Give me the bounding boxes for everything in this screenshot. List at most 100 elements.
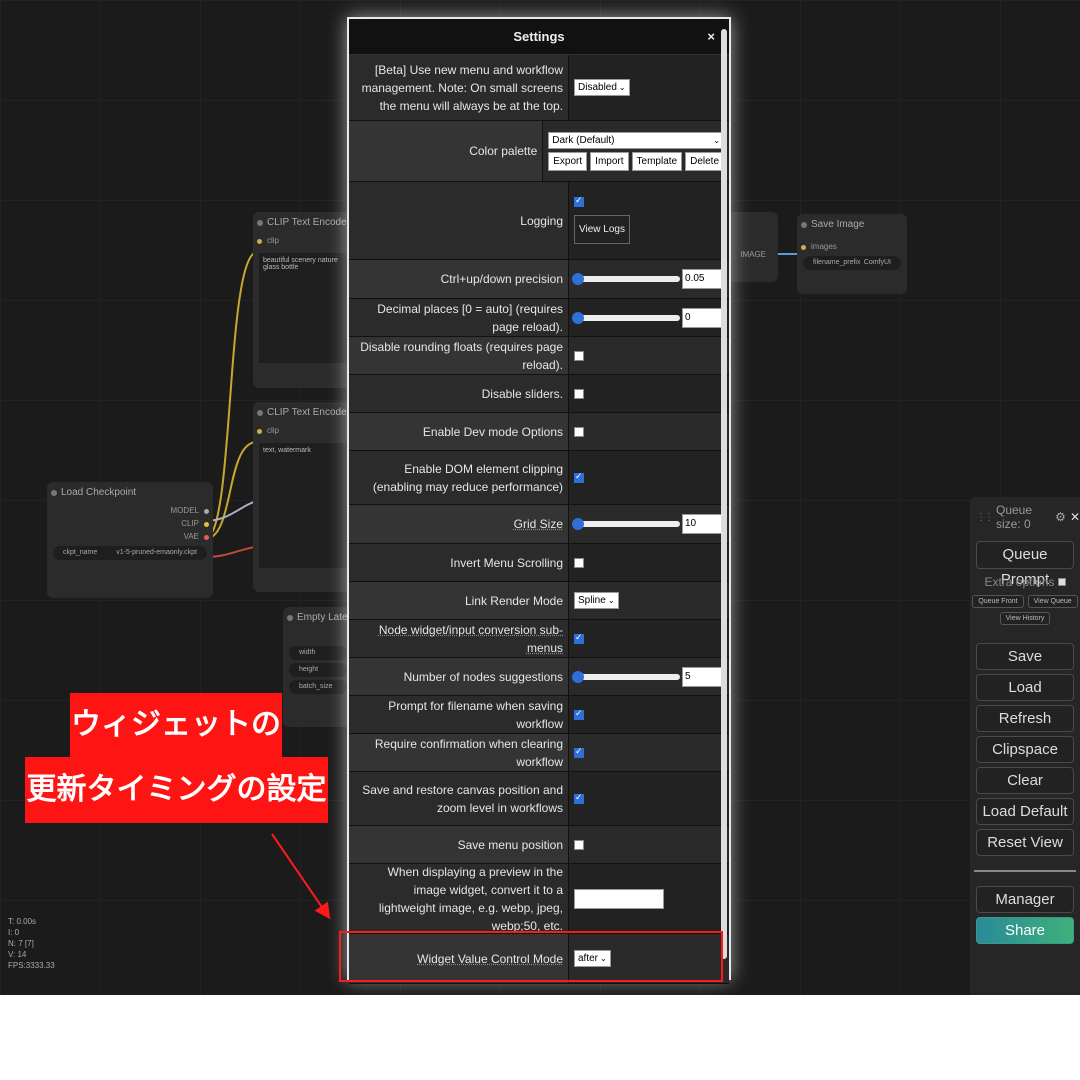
slider-thumb[interactable] (572, 273, 584, 285)
view-history-button[interactable]: View History (999, 612, 1051, 625)
setting-control: 0.05 (569, 260, 729, 298)
setting-checkbox[interactable] (574, 708, 584, 720)
save-image-node[interactable]: Save Image images filename_prefix ComfyU… (797, 214, 907, 294)
setting-checkbox[interactable] (574, 746, 584, 758)
drag-handle-icon[interactable]: ⋮⋮ (976, 512, 994, 523)
setting-label: Link Render Mode (349, 582, 569, 619)
palette-import-button[interactable]: Import (590, 151, 629, 171)
settings-row: Grid Size 10 (349, 505, 729, 544)
settings-row: Prompt for filename when saving workflow (349, 696, 729, 734)
setting-checkbox[interactable] (574, 426, 584, 437)
slider-track[interactable] (572, 311, 680, 324)
setting-checkbox[interactable] (574, 839, 584, 850)
view-queue-button[interactable]: View Queue (1027, 595, 1078, 608)
setting-checkbox[interactable] (574, 632, 584, 644)
node-output-clip[interactable]: CLIP (47, 517, 213, 530)
setting-slider[interactable]: 0 (572, 307, 724, 328)
clear-button[interactable]: Clear (976, 767, 1074, 794)
scrollbar[interactable] (721, 29, 727, 959)
setting-control: 10 (569, 505, 729, 543)
save-button[interactable]: Save (976, 643, 1074, 670)
height-widget[interactable]: height (289, 663, 347, 677)
filename-prefix-widget[interactable]: filename_prefix ComfyUI (803, 256, 901, 270)
setting-select[interactable]: Spline ⌄ (574, 592, 619, 609)
close-icon[interactable]: × (707, 19, 715, 55)
settings-row: [Beta] Use new menu and workflow managem… (349, 55, 729, 121)
node-input-clip[interactable]: clip (253, 424, 353, 437)
view-logs-button[interactable]: View Logs (574, 215, 630, 244)
gear-icon[interactable]: ⚙ (1055, 510, 1066, 524)
setting-slider[interactable]: 0.05 (572, 269, 724, 289)
node-title: CLIP Text Encode (Prompt) (253, 212, 353, 234)
ckpt-name-widget[interactable]: ckpt_name v1-5-pruned-emaonly.ckpt (53, 546, 207, 560)
logging-checkbox[interactable] (574, 195, 584, 207)
clip-text-encode-node-negative[interactable]: CLIP Text Encode (Prompt) clip text, wat… (253, 402, 353, 592)
setting-label-text: Node widget/input conversion sub-menus (378, 622, 563, 655)
batch-size-widget[interactable]: batch_size (289, 680, 347, 694)
setting-label-text: Number of nodes suggestions (403, 669, 563, 684)
setting-label: Require confirmation when clearing workf… (349, 734, 569, 771)
color-palette-select[interactable]: Dark (Default) ⌄ (548, 131, 724, 149)
clipspace-button[interactable]: Clipspace (976, 736, 1074, 763)
settings-row: Save and restore canvas position and zoo… (349, 772, 729, 826)
setting-label-text: Grid Size (513, 517, 563, 531)
setting-control (569, 864, 729, 933)
node-output-image[interactable]: IMAGE (740, 250, 766, 259)
setting-checkbox[interactable] (574, 350, 584, 361)
clip-text-encode-node-positive[interactable]: CLIP Text Encode (Prompt) clip beautiful… (253, 212, 353, 388)
setting-text-input[interactable] (574, 888, 664, 909)
palette-template-button[interactable]: Template (631, 151, 683, 171)
refresh-button[interactable]: Refresh (976, 705, 1074, 732)
setting-slider[interactable]: 10 (572, 514, 724, 534)
setting-checkbox[interactable] (574, 471, 584, 483)
slider-track[interactable] (572, 670, 680, 683)
queue-front-button[interactable]: Queue Front (972, 595, 1024, 608)
load-default-button[interactable]: Load Default (976, 798, 1074, 825)
prompt-textarea[interactable]: text, watermark (259, 443, 347, 568)
palette-delete-button[interactable]: Delete (685, 151, 724, 171)
slider-number-input[interactable]: 10 (682, 514, 724, 534)
highlight-box (339, 931, 723, 982)
setting-checkbox[interactable] (574, 557, 584, 568)
setting-label: Save and restore canvas position and zoo… (349, 772, 569, 825)
setting-label-text: Decimal places [0 = auto] (requires page… (377, 301, 563, 334)
queue-prompt-button[interactable]: Queue Prompt (976, 541, 1074, 588)
extra-options-label: Extra options (984, 575, 1055, 589)
setting-select[interactable]: Disabled ⌄ (574, 79, 630, 96)
setting-checkbox[interactable] (574, 792, 584, 804)
close-icon[interactable]: ✕ (1070, 510, 1080, 524)
empty-latent-image-node[interactable]: Empty Latent Image width height batch_si… (283, 607, 353, 727)
settings-row: Number of nodes suggestions 5 (349, 658, 729, 696)
slider-track[interactable] (572, 273, 680, 285)
select-value: Spline (578, 595, 606, 606)
share-button[interactable]: Share (976, 917, 1074, 944)
stat-line: I: 0 (8, 928, 20, 937)
slider-thumb[interactable] (572, 518, 584, 530)
reset-view-button[interactable]: Reset View (976, 829, 1074, 856)
slider-number-input[interactable]: 0 (682, 307, 724, 328)
palette-export-button[interactable]: Export (548, 151, 588, 171)
slider-thumb[interactable] (572, 311, 584, 324)
slider-number-input[interactable]: 5 (682, 666, 724, 687)
slider-track[interactable] (572, 518, 680, 530)
widget-label: filename_prefix (813, 259, 861, 266)
setting-label-text: Color palette (469, 144, 538, 158)
setting-checkbox[interactable] (574, 388, 584, 399)
extra-options-checkbox[interactable] (1057, 578, 1066, 586)
node-output-model[interactable]: MODEL (47, 504, 213, 517)
node-input-clip[interactable]: clip (253, 234, 353, 247)
slider-number-input[interactable]: 0.05 (682, 269, 724, 289)
load-checkpoint-node[interactable]: Load Checkpoint MODEL CLIP VAE ckpt_name… (47, 482, 213, 598)
extra-options-toggle[interactable]: Extra options (970, 575, 1080, 589)
setting-control (569, 826, 729, 863)
node-output-vae[interactable]: VAE (47, 530, 213, 543)
setting-control (569, 451, 729, 504)
setting-slider[interactable]: 5 (572, 666, 724, 687)
node-input-images[interactable]: images (797, 240, 907, 253)
setting-label: Decimal places [0 = auto] (requires page… (349, 299, 569, 336)
slider-thumb[interactable] (572, 670, 584, 683)
load-button[interactable]: Load (976, 674, 1074, 701)
manager-button[interactable]: Manager (976, 886, 1074, 913)
width-widget[interactable]: width (289, 646, 347, 660)
prompt-textarea[interactable]: beautiful scenery nature glass bottle (259, 253, 347, 363)
